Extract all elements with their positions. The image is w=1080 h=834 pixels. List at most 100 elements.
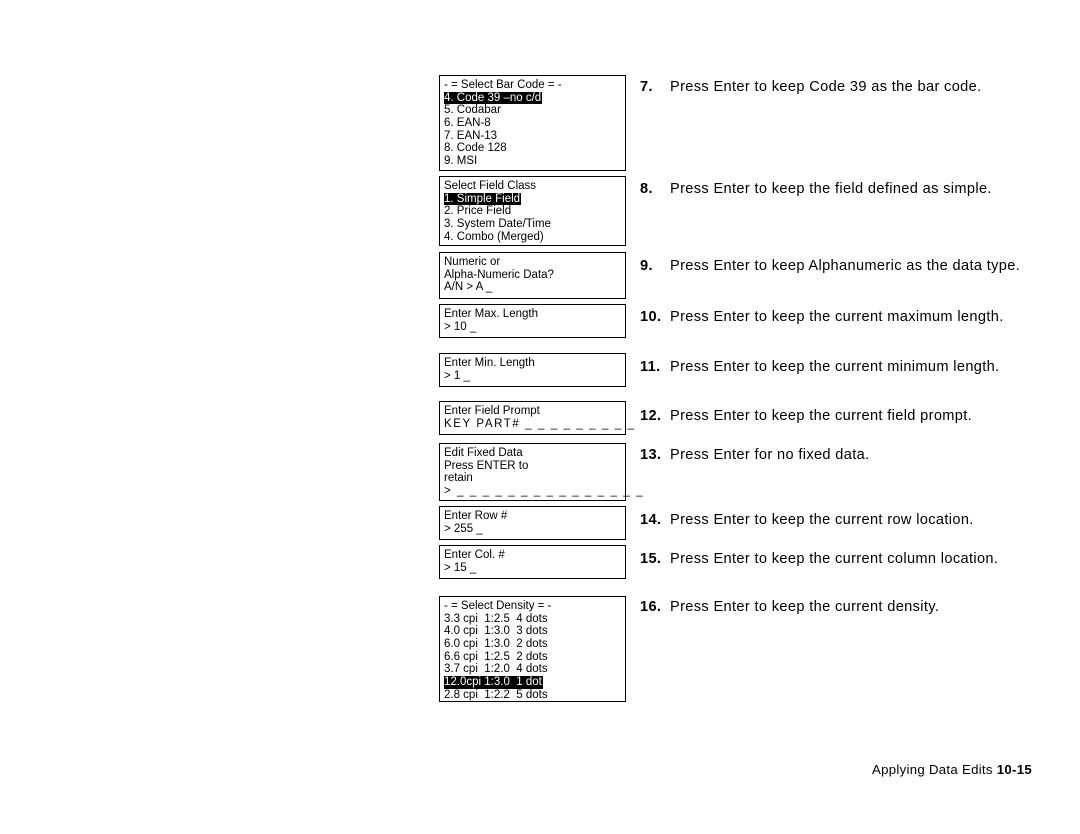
lcd-line-text: Enter Field Prompt <box>444 405 540 417</box>
instruction-step: 12. Press Enter to keep the current field… <box>640 407 1040 427</box>
lcd-line-text: 9. MSI <box>444 155 478 168</box>
lcd-line: > 255 _ <box>444 523 625 536</box>
instruction-step: 16. Press Enter to keep the current densi… <box>640 598 1040 618</box>
lcd-line-text: 4. Combo (Merged) <box>444 230 544 243</box>
lcd-line: > 15 _ <box>444 562 625 575</box>
lcd-line-text: - = Select Density = - <box>444 600 552 612</box>
lcd-line: 9. MSI <box>444 155 625 168</box>
lcd-screen-min-length-prompt: Enter Min. Length > 1 _ <box>439 353 626 387</box>
step-number: 14. <box>640 512 662 528</box>
lcd-line: 8. Code 128 <box>444 142 625 155</box>
step-text: Press Enter to keep the current density. <box>670 599 940 615</box>
lcd-line-text: Enter Min. Length <box>444 357 535 369</box>
step-text: Press Enter to keep the current field pr… <box>670 408 973 424</box>
lcd-line: 3.3 cpi 1:2.5 4 dots <box>444 613 625 626</box>
step-number: 13. <box>640 447 662 463</box>
lcd-line-selected: 12.0cpi 1:3.0 1 dot <box>444 676 543 689</box>
lcd-line-text: 6. EAN-8 <box>444 117 491 130</box>
lcd-line: Enter Min. Length <box>444 357 625 370</box>
step-text: Press Enter to keep the current column l… <box>670 551 999 567</box>
step-text: Press Enter to keep the current minimum … <box>670 359 1000 375</box>
step-text: Press Enter for no fixed data. <box>670 447 870 463</box>
lcd-line-text: - = Select Bar Code = - <box>444 79 562 91</box>
lcd-line: 6.0 cpi 1:3.0 2 dots <box>444 638 625 651</box>
lcd-line: 1. Simple Field <box>444 192 625 206</box>
lcd-line-selected: 4. Code 39 –no c/d <box>444 91 543 105</box>
lcd-line: - = Select Bar Code = - <box>444 79 625 92</box>
lcd-screen-select-density: - = Select Density = -3.3 cpi 1:2.5 4 do… <box>439 596 626 702</box>
step-text: Press Enter to keep the field defined as… <box>670 181 992 197</box>
lcd-line-text: > _ _ _ _ _ _ _ _ _ _ _ _ _ _ _ <box>444 485 645 498</box>
lcd-line: KEY PART# _ _ _ _ _ _ _ _ _ <box>444 417 636 431</box>
instruction-step: 15. Press Enter to keep the current colum… <box>640 550 1040 570</box>
lcd-line-text: Press ENTER to <box>444 459 529 472</box>
lcd-line: retain <box>444 472 625 485</box>
step-number: 7. <box>640 79 653 95</box>
lcd-line: Edit Fixed Data <box>444 447 625 460</box>
lcd-line-text: Alpha-Numeric Data? <box>444 268 554 281</box>
step-number: 16. <box>640 599 662 615</box>
lcd-screen-row-number-prompt: Enter Row # > 255 _ <box>439 506 626 540</box>
instruction-step: 7. Press Enter to keep Code 39 as the bar… <box>640 78 1040 98</box>
lcd-screen-field-prompt: Enter Field Prompt KEY PART# _ _ _ _ _ _ … <box>439 401 636 435</box>
lcd-screen-edit-fixed-data: Edit Fixed Data Press ENTER to retain > _ _… <box>439 443 645 501</box>
lcd-line: 2.8 cpi 1:2.2 5 dots <box>444 689 625 702</box>
lcd-line: 6. EAN-8 <box>444 117 625 130</box>
lcd-line-text: > 10 _ <box>444 320 477 333</box>
lcd-line: Select Field Class <box>444 180 625 193</box>
lcd-line-text: 2. Price Field <box>444 205 512 218</box>
lcd-line-text: 4.0 cpi 1:3.0 3 dots <box>444 625 548 638</box>
lcd-line-text: Edit Fixed Data <box>444 447 523 459</box>
lcd-line: Enter Row # <box>444 510 625 523</box>
lcd-line-text: 5. Codabar <box>444 104 501 117</box>
lcd-line: 5. Codabar <box>444 104 625 117</box>
lcd-line-text: 2.8 cpi 1:2.2 5 dots <box>444 688 548 701</box>
step-number: 8. <box>640 181 653 197</box>
lcd-screen-select-bar-code: - = Select Bar Code = -4. Code 39 –no c/… <box>439 75 626 171</box>
lcd-line: 4. Combo (Merged) <box>444 231 625 244</box>
lcd-line-text: 3.3 cpi 1:2.5 4 dots <box>444 612 548 625</box>
lcd-line: A/N > A _ <box>444 281 625 294</box>
step-text: Press Enter to keep the current row loca… <box>670 512 974 528</box>
lcd-line-text: retain <box>444 472 473 485</box>
lcd-line-text: 3. System Date/Time <box>444 218 551 231</box>
instruction-step: 13. Press Enter for no fixed data. <box>640 446 1040 466</box>
lcd-line-text: Enter Max. Length <box>444 308 538 320</box>
lcd-line-text: 6.0 cpi 1:3.0 2 dots <box>444 638 548 651</box>
footer-page-number: 10-15 <box>996 762 1032 777</box>
lcd-line-text: > 1 _ <box>444 369 470 382</box>
lcd-line-text: 3.7 cpi 1:2.0 4 dots <box>444 663 548 676</box>
lcd-line-text: Enter Col. # <box>444 549 505 561</box>
lcd-line: > _ _ _ _ _ _ _ _ _ _ _ _ _ _ _ <box>444 485 645 498</box>
lcd-line: Alpha-Numeric Data? <box>444 269 625 282</box>
lcd-line-text: KEY PART# _ _ _ _ _ _ _ _ _ <box>444 417 636 430</box>
instruction-step: 9. Press Enter to keep Alphanumeric as th… <box>640 257 1040 277</box>
lcd-line: > 10 _ <box>444 321 625 334</box>
step-number: 15. <box>640 551 662 567</box>
lcd-line: Numeric or <box>444 256 625 269</box>
instruction-step: 10. Press Enter to keep the current maxim… <box>640 308 1040 328</box>
lcd-line: - = Select Density = - <box>444 600 625 613</box>
lcd-line: 6.6 cpi 1:2.5 2 dots <box>444 651 625 664</box>
lcd-line-text: 6.6 cpi 1:2.5 2 dots <box>444 650 548 663</box>
step-number: 11. <box>640 359 661 375</box>
lcd-line-text: > 15 _ <box>444 561 477 574</box>
lcd-screen-column-number-prompt: Enter Col. # > 15 _ <box>439 545 626 579</box>
instruction-step: 11. Press Enter to keep the current minim… <box>640 358 1040 378</box>
lcd-line-text: Numeric or <box>444 256 501 268</box>
lcd-line-selected: 1. Simple Field <box>444 192 522 206</box>
step-text: Press Enter to keep Alphanumeric as the … <box>670 258 1021 274</box>
lcd-line-text: Enter Row # <box>444 510 508 522</box>
step-number: 9. <box>640 258 653 274</box>
lcd-line: 2. Price Field <box>444 205 625 218</box>
page-footer: Applying Data Edits 10-15 <box>0 762 1032 777</box>
instruction-step: 8. Press Enter to keep the field defined … <box>640 180 1040 200</box>
lcd-line: > 1 _ <box>444 370 625 383</box>
lcd-line-text: 7. EAN-13 <box>444 129 498 142</box>
lcd-screen-select-field-class: Select Field Class 1. Simple Field 2. Pric… <box>439 176 626 246</box>
lcd-screen-max-length-prompt: Enter Max. Length > 10 _ <box>439 304 626 338</box>
lcd-line-text: Select Field Class <box>444 180 537 192</box>
step-number: 10. <box>640 309 662 325</box>
instruction-step: 14. Press Enter to keep the current row l… <box>640 511 1040 531</box>
lcd-line: 4.0 cpi 1:3.0 3 dots <box>444 625 625 638</box>
